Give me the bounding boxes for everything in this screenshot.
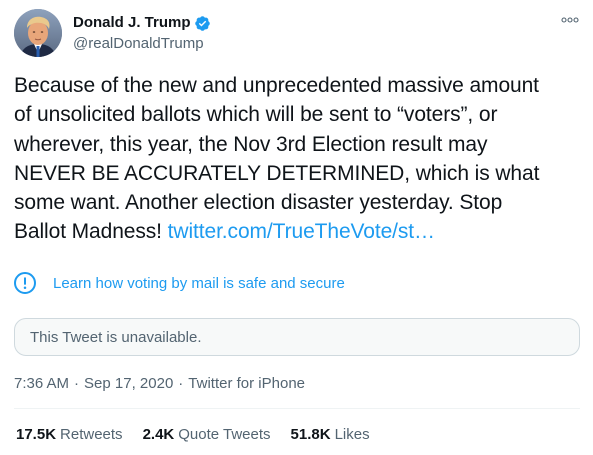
engagement-stats: 17.5K Retweets 2.4K Quote Tweets 51.8K L… xyxy=(16,424,390,444)
user-handle[interactable]: @realDonaldTrump xyxy=(73,34,211,54)
author-info: Donald J. Trump @realDonaldTrump xyxy=(73,13,211,54)
likes-label: Likes xyxy=(334,425,370,443)
meta-separator: · xyxy=(74,374,80,392)
tweet-text-line: some want. Another election disaster yes… xyxy=(14,191,503,215)
voting-info-link[interactable]: Learn how voting by mail is safe and sec… xyxy=(53,275,345,292)
verified-badge-icon xyxy=(194,15,211,32)
display-name[interactable]: Donald J. Trump xyxy=(73,13,191,33)
tweet-time[interactable]: 7:36 AM xyxy=(14,375,69,392)
tweet-card: Donald J. Trump @realDonaldTrump Because… xyxy=(0,0,593,455)
more-options-button[interactable] xyxy=(560,13,580,27)
tweet-metadata: 7:36 AM · Sep 17, 2020 · Twitter for iPh… xyxy=(14,373,305,393)
avatar[interactable] xyxy=(14,9,62,57)
quote-tweets-stat[interactable]: 2.4K Quote Tweets xyxy=(143,426,271,443)
profile-photo-icon xyxy=(14,9,62,57)
exclamation-circle-icon xyxy=(13,271,37,295)
retweets-stat[interactable]: 17.5K Retweets xyxy=(16,426,123,443)
likes-count: 51.8K xyxy=(290,425,331,443)
tweet-text-line: NEVER BE ACCURATELY DETERMINED, which is… xyxy=(14,161,540,185)
retweets-label: Retweets xyxy=(60,425,123,443)
meta-separator: · xyxy=(178,374,184,392)
tweet-source[interactable]: Twitter for iPhone xyxy=(188,375,305,392)
tweet-text-line: Ballot Madness! xyxy=(14,220,168,244)
quote-tweets-label: Quote Tweets xyxy=(178,425,271,443)
quote-tweets-count: 2.4K xyxy=(142,425,175,443)
tweet-text-last-line: Ballot Madness! twitter.com/TrueTheVote/… xyxy=(14,217,582,246)
tweet-date[interactable]: Sep 17, 2020 xyxy=(84,375,173,392)
tweet-text: Because of the new and unprecedented mas… xyxy=(14,71,582,247)
tweet-text-line: Because of the new and unprecedented mas… xyxy=(14,74,539,97)
tweet-text-line: of unsolicited ballots which will be sen… xyxy=(14,103,498,127)
tweet-text-line: wherever, this year, the Nov 3rd Electio… xyxy=(14,132,488,156)
likes-stat[interactable]: 51.8K Likes xyxy=(291,426,370,443)
quoted-tweet-unavailable: This Tweet is unavailable. xyxy=(14,318,580,356)
retweets-count: 17.5K xyxy=(16,425,57,443)
tweet-header: Donald J. Trump @realDonaldTrump xyxy=(14,9,584,59)
tweet-link[interactable]: twitter.com/TrueTheVote/st… xyxy=(168,220,435,243)
divider xyxy=(14,408,580,409)
voting-info-notice[interactable]: Learn how voting by mail is safe and sec… xyxy=(13,270,345,296)
more-dots-icon xyxy=(561,17,579,23)
